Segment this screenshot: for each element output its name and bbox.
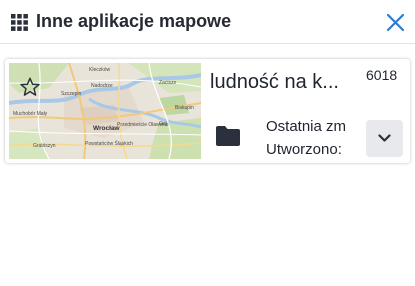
map-thumbnail[interactable]: Kleczków Szczepin Nadodrze Zacisze Wrocł…	[9, 63, 201, 159]
card-title[interactable]: ludność na k...	[210, 71, 357, 94]
map-label-west: Muchobór Mały	[13, 111, 48, 117]
modified-label: Ostatnia zm	[266, 118, 347, 135]
close-icon[interactable]	[386, 13, 405, 32]
map-label-ne: Zacisze	[159, 80, 176, 86]
card-meta: Ostatnia zm Utworzono:	[266, 115, 356, 161]
map-label-sw: Grabiszyn	[33, 143, 56, 149]
map-label-center-n: Nadodrze	[91, 83, 113, 89]
star-outline-icon[interactable]	[19, 76, 41, 98]
chevron-down-icon	[378, 134, 391, 142]
map-label-north: Kleczków	[89, 67, 111, 73]
panel-header: Inne aplikacje mapowe	[0, 0, 415, 44]
map-app-card: Kleczków Szczepin Nadodrze Zacisze Wrocł…	[5, 59, 410, 163]
map-label-east: Biskupin	[175, 105, 194, 111]
folder-icon[interactable]	[215, 125, 241, 147]
map-label-south: Powstańców Śląskich	[85, 139, 133, 147]
map-label-nw: Szczepin	[61, 91, 82, 97]
expand-button[interactable]	[366, 120, 403, 157]
apps-grid-icon[interactable]	[11, 14, 28, 31]
panel-title: Inne aplikacje mapowe	[36, 11, 232, 31]
created-label: Utworzono:	[266, 141, 342, 158]
map-label-se: Gaj	[159, 121, 167, 127]
card-id: 6018	[366, 67, 398, 83]
